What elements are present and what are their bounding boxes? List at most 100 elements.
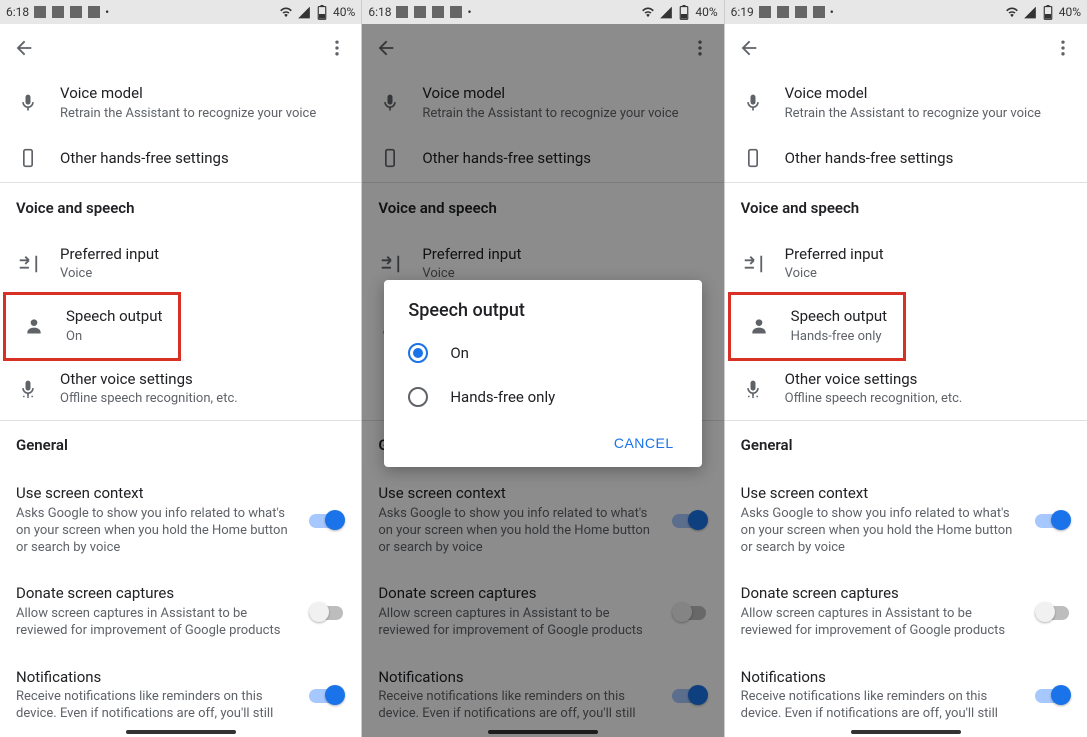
- notifications-row-subtitle: Receive notifications like reminders on …: [16, 689, 299, 723]
- other-voice-settings-row-subtitle: Offline speech recognition, etc.: [785, 391, 1071, 408]
- status-app-icon: [69, 5, 83, 19]
- other-voice-settings-row-subtitle: Offline speech recognition, etc.: [60, 391, 345, 408]
- other-hands-free-row-title: Other hands-free settings: [785, 149, 1071, 169]
- use-screen-context-row-subtitle: Asks Google to show you info related to …: [16, 506, 299, 557]
- radio-icon: [408, 343, 428, 363]
- status-battery: 40%: [695, 5, 717, 19]
- donate-screen-captures-row-title: Donate screen captures: [16, 584, 299, 604]
- wifi-icon: [641, 5, 655, 19]
- preferred-input-row-title: Preferred input: [60, 245, 345, 265]
- preferred-input-row[interactable]: Preferred inputVoice: [725, 233, 1087, 295]
- voice-settings-icon: [741, 377, 765, 401]
- other-voice-settings-row-title: Other voice settings: [785, 370, 1071, 390]
- status-app-icon: [812, 5, 826, 19]
- phone-screen-3: 6:19 • 40% Voice model Retrain the Assistan…: [725, 0, 1087, 737]
- use-screen-context-row-switch[interactable]: [1035, 510, 1071, 530]
- battery-icon: [1041, 5, 1055, 19]
- donate-screen-captures-row-switch[interactable]: [309, 602, 345, 622]
- other-voice-settings-row-title: Other voice settings: [60, 370, 345, 390]
- speech-output-row-title: Speech output: [66, 307, 162, 327]
- donate-screen-captures-row-subtitle: Allow screen captures in Assistant to be…: [16, 606, 299, 640]
- status-more-dot: •: [830, 5, 834, 19]
- voice-model-row[interactable]: Voice model Retrain the Assistant to reco…: [725, 72, 1087, 134]
- signal-icon: [659, 5, 673, 19]
- voice-settings-icon: [16, 377, 40, 401]
- voice-and-speech-header: Voice and speech: [725, 183, 1087, 233]
- notifications-row-switch[interactable]: [309, 685, 345, 705]
- highlight-box: Speech output Hands-free only: [728, 292, 906, 360]
- input-icon: [741, 252, 765, 276]
- app-bar: [0, 24, 361, 72]
- app-bar: [725, 24, 1087, 72]
- back-button[interactable]: [12, 36, 36, 60]
- status-app-icon: [449, 5, 463, 19]
- speech-output-row-title: Speech output: [791, 307, 887, 327]
- preferred-input-row[interactable]: Preferred inputVoice: [0, 233, 361, 295]
- status-more-dot: •: [467, 5, 471, 19]
- microphone-icon: [741, 91, 765, 115]
- voice-model-row-title: Voice model: [60, 84, 345, 104]
- other-voice-settings-row[interactable]: Other voice settingsOffline speech recog…: [725, 358, 1087, 420]
- highlight-box: Speech outputOn: [3, 292, 181, 360]
- speech-output-row-subtitle: Hands-free only: [791, 329, 887, 346]
- other-voice-settings-row[interactable]: Other voice settingsOffline speech recog…: [0, 358, 361, 420]
- voice-model-row[interactable]: Voice model Retrain the Assistant to reco…: [0, 72, 361, 134]
- microphone-icon: [16, 91, 40, 115]
- use-screen-context-row-subtitle: Asks Google to show you info related to …: [741, 506, 1025, 557]
- radio-option-on[interactable]: On: [384, 331, 701, 375]
- status-time: 6:18: [6, 5, 29, 19]
- status-battery: 40%: [1059, 5, 1081, 19]
- speech-output-row[interactable]: Speech output Hands-free only: [731, 295, 903, 357]
- person-icon: [747, 314, 771, 338]
- radio-option-handsfree[interactable]: Hands-free only: [384, 375, 701, 419]
- preferred-input-row-subtitle: Voice: [60, 266, 345, 283]
- overflow-menu-button[interactable]: [1051, 36, 1075, 60]
- status-battery: 40%: [333, 5, 355, 19]
- status-bar: 6:18 • 40%: [0, 0, 361, 24]
- status-time: 6:19: [731, 5, 754, 19]
- status-bar: 6:18 • 40%: [362, 0, 723, 24]
- battery-icon: [677, 5, 691, 19]
- use-screen-context-row-title: Use screen context: [16, 484, 299, 504]
- battery-icon: [315, 5, 329, 19]
- donate-screen-captures-row-subtitle: Allow screen captures in Assistant to be…: [741, 606, 1025, 640]
- status-time: 6:18: [368, 5, 391, 19]
- dialog-title: Speech output: [384, 300, 701, 331]
- general-header: General: [0, 420, 361, 470]
- donate-screen-captures-row[interactable]: Donate screen capturesAllow screen captu…: [725, 570, 1087, 653]
- voice-model-row-subtitle: Retrain the Assistant to recognize your …: [785, 106, 1071, 123]
- notifications-row-switch[interactable]: [1035, 685, 1071, 705]
- status-bar: 6:19 • 40%: [725, 0, 1087, 24]
- phone-screen-1: 6:18 • 40% Voice model Retrain the Assistan…: [0, 0, 362, 737]
- back-button[interactable]: [737, 36, 761, 60]
- status-app-icon: [758, 5, 772, 19]
- voice-and-speech-header: Voice and speech: [0, 183, 361, 233]
- notifications-row[interactable]: NotificationsReceive notifications like …: [0, 654, 361, 737]
- notifications-row[interactable]: NotificationsReceive notifications like …: [725, 654, 1087, 737]
- voice-model-row-subtitle: Retrain the Assistant to recognize your …: [60, 106, 345, 123]
- status-app-icon: [776, 5, 790, 19]
- use-screen-context-row-switch[interactable]: [309, 510, 345, 530]
- status-app-icon: [794, 5, 808, 19]
- voice-model-row-title: Voice model: [785, 84, 1071, 104]
- device-icon: [16, 146, 40, 170]
- other-hands-free-row[interactable]: Other hands-free settings: [725, 134, 1087, 182]
- status-more-dot: •: [105, 5, 109, 19]
- dialog-cancel-button[interactable]: CANCEL: [602, 427, 686, 459]
- status-app-icon: [51, 5, 65, 19]
- wifi-icon: [279, 5, 293, 19]
- use-screen-context-row[interactable]: Use screen contextAsks Google to show yo…: [0, 470, 361, 570]
- notifications-row-title: Notifications: [741, 668, 1025, 688]
- gesture-nav-indicator: [851, 730, 961, 734]
- other-hands-free-row-title: Other hands-free settings: [60, 149, 345, 169]
- general-header: General: [725, 420, 1087, 470]
- other-hands-free-row[interactable]: Other hands-free settings: [0, 134, 361, 182]
- speech-output-row[interactable]: Speech outputOn: [6, 295, 178, 357]
- use-screen-context-row[interactable]: Use screen contextAsks Google to show yo…: [725, 470, 1087, 570]
- donate-screen-captures-row[interactable]: Donate screen capturesAllow screen captu…: [0, 570, 361, 653]
- overflow-menu-button[interactable]: [325, 36, 349, 60]
- signal-icon: [297, 5, 311, 19]
- donate-screen-captures-row-switch[interactable]: [1035, 602, 1071, 622]
- preferred-input-row-subtitle: Voice: [785, 266, 1071, 283]
- input-icon: [16, 252, 40, 276]
